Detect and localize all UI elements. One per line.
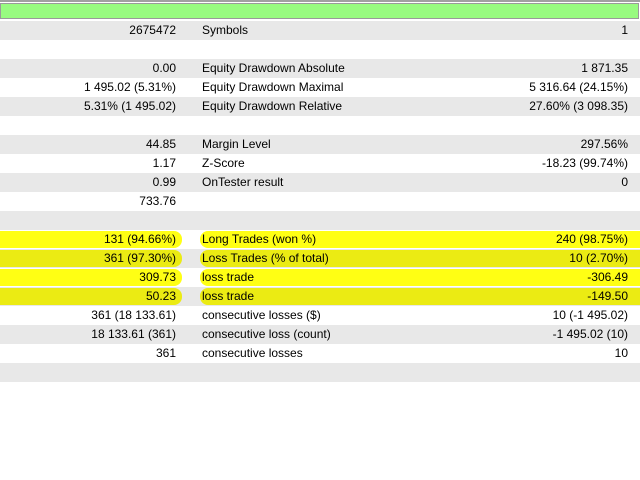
value-left: 0.99 [152, 175, 176, 189]
value-right: 240 (98.75%) [555, 232, 628, 246]
table-row[interactable]: 5.31% (1 495.02) Equity Drawdown Relative… [0, 97, 640, 116]
value-right: -149.50 [587, 289, 628, 303]
table-row[interactable]: 50.23 loss trade -149.50 [0, 287, 640, 306]
metric-label: Symbols [202, 23, 249, 37]
metric-label: consecutive losses [202, 346, 303, 360]
progress-fill [1, 4, 638, 18]
table-row[interactable]: 0.99 OnTester result 0 [0, 173, 640, 192]
value-left: 5.31% (1 495.02) [83, 99, 176, 113]
value-left: 44.85 [145, 137, 176, 151]
table-row[interactable]: 1 495.02 (5.31%) Equity Drawdown Maximal 5… [0, 78, 640, 97]
table-row[interactable]: 733.76 [0, 192, 640, 211]
value-left: 0.00 [152, 61, 176, 75]
table-row[interactable] [0, 363, 640, 382]
metric-label: Equity Drawdown Absolute [202, 61, 345, 75]
value-left: 1.17 [152, 156, 176, 170]
metric-label: Margin Level [202, 137, 271, 151]
value-left: 361 (18 133.61) [91, 308, 176, 322]
highlighter-mark [200, 269, 640, 286]
table-row[interactable] [0, 211, 640, 230]
value-right: -1 495.02 (10) [552, 327, 628, 341]
value-right: -18.23 (99.74%) [541, 156, 628, 170]
value-left: 733.76 [139, 194, 176, 208]
table-row[interactable]: 18 133.61 (361) consecutive loss (count) -… [0, 325, 640, 344]
metric-label: loss trade [202, 289, 255, 303]
table-row[interactable] [0, 40, 640, 59]
table-row[interactable]: 44.85 Margin Level 297.56% [0, 135, 640, 154]
value-right: 27.60% (3 098.35) [529, 99, 628, 113]
metric-label: OnTester result [202, 175, 284, 189]
metric-label: loss trade [202, 270, 255, 284]
value-right: 0 [621, 175, 628, 189]
value-right: 10 (-1 495.02) [552, 308, 628, 322]
metric-label: Long Trades (won %) [202, 232, 317, 246]
value-left: 361 (97.30%) [103, 251, 176, 265]
metric-label: Equity Drawdown Relative [202, 99, 343, 113]
progress-bar [0, 3, 639, 19]
metric-label: consecutive losses ($) [202, 308, 321, 322]
value-left: 18 133.61 (361) [91, 327, 176, 341]
value-right: -306.49 [587, 270, 628, 284]
value-right: 1 871.35 [581, 61, 628, 75]
value-right: 5 316.64 (24.15%) [529, 80, 628, 94]
highlighter-mark [200, 288, 640, 305]
table-row[interactable]: 361 consecutive losses 10 [0, 344, 640, 363]
value-left: 361 [155, 346, 176, 360]
metric-label: Loss Trades (% of total) [202, 251, 329, 265]
value-right: 297.56% [580, 137, 628, 151]
table-row[interactable] [0, 116, 640, 135]
table-row[interactable]: 2675472 Symbols 1 [0, 21, 640, 40]
value-right: 10 (2.70%) [569, 251, 628, 265]
value-left: 1 495.02 (5.31%) [83, 80, 176, 94]
value-left: 309.73 [139, 270, 176, 284]
value-right: 1 [621, 23, 628, 37]
top-border [0, 0, 640, 2]
table-row[interactable]: 361 (18 133.61) consecutive losses ($) 10 … [0, 306, 640, 325]
table-row[interactable]: 361 (97.30%) Loss Trades (% of total) 10 (… [0, 249, 640, 268]
value-left: 50.23 [145, 289, 176, 303]
metric-label: consecutive loss (count) [202, 327, 331, 341]
metric-label: Equity Drawdown Maximal [202, 80, 344, 94]
table-row[interactable]: 0.00 Equity Drawdown Absolute 1 871.35 [0, 59, 640, 78]
table-row[interactable]: 131 (94.66%) Long Trades (won %) 240 (98.7… [0, 230, 640, 249]
value-right: 10 [614, 346, 628, 360]
value-left: 131 (94.66%) [103, 232, 176, 246]
results-table: 2675472 Symbols 1 0.00 Equity Drawdown Absol… [0, 21, 640, 382]
metric-label: Z-Score [202, 156, 245, 170]
value-left: 2675472 [129, 23, 176, 37]
table-row[interactable]: 309.73 loss trade -306.49 [0, 268, 640, 287]
table-row[interactable]: 1.17 Z-Score -18.23 (99.74%) [0, 154, 640, 173]
